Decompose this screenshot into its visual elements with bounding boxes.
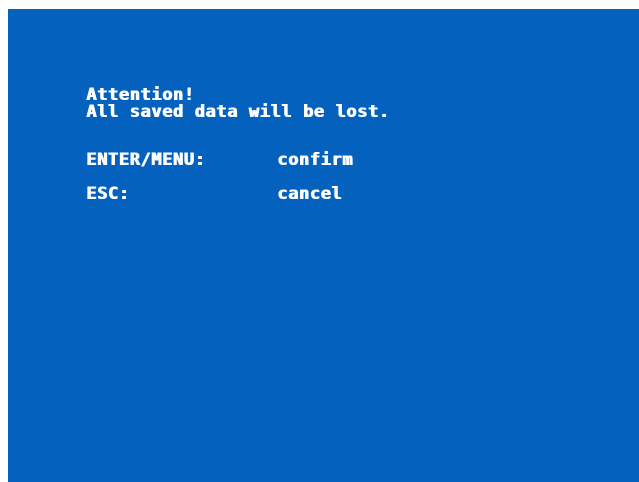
cancel-key-label[interactable]: ESC: <box>86 186 129 203</box>
confirm-key-label[interactable]: ENTER/MENU: <box>86 152 205 169</box>
cancel-action-label[interactable]: cancel <box>277 186 342 203</box>
confirm-action-label[interactable]: confirm <box>277 152 353 169</box>
reset-confirm-screen: Attention! All saved data will be lost. … <box>8 9 639 482</box>
warning-message: All saved data will be lost. <box>86 102 390 122</box>
